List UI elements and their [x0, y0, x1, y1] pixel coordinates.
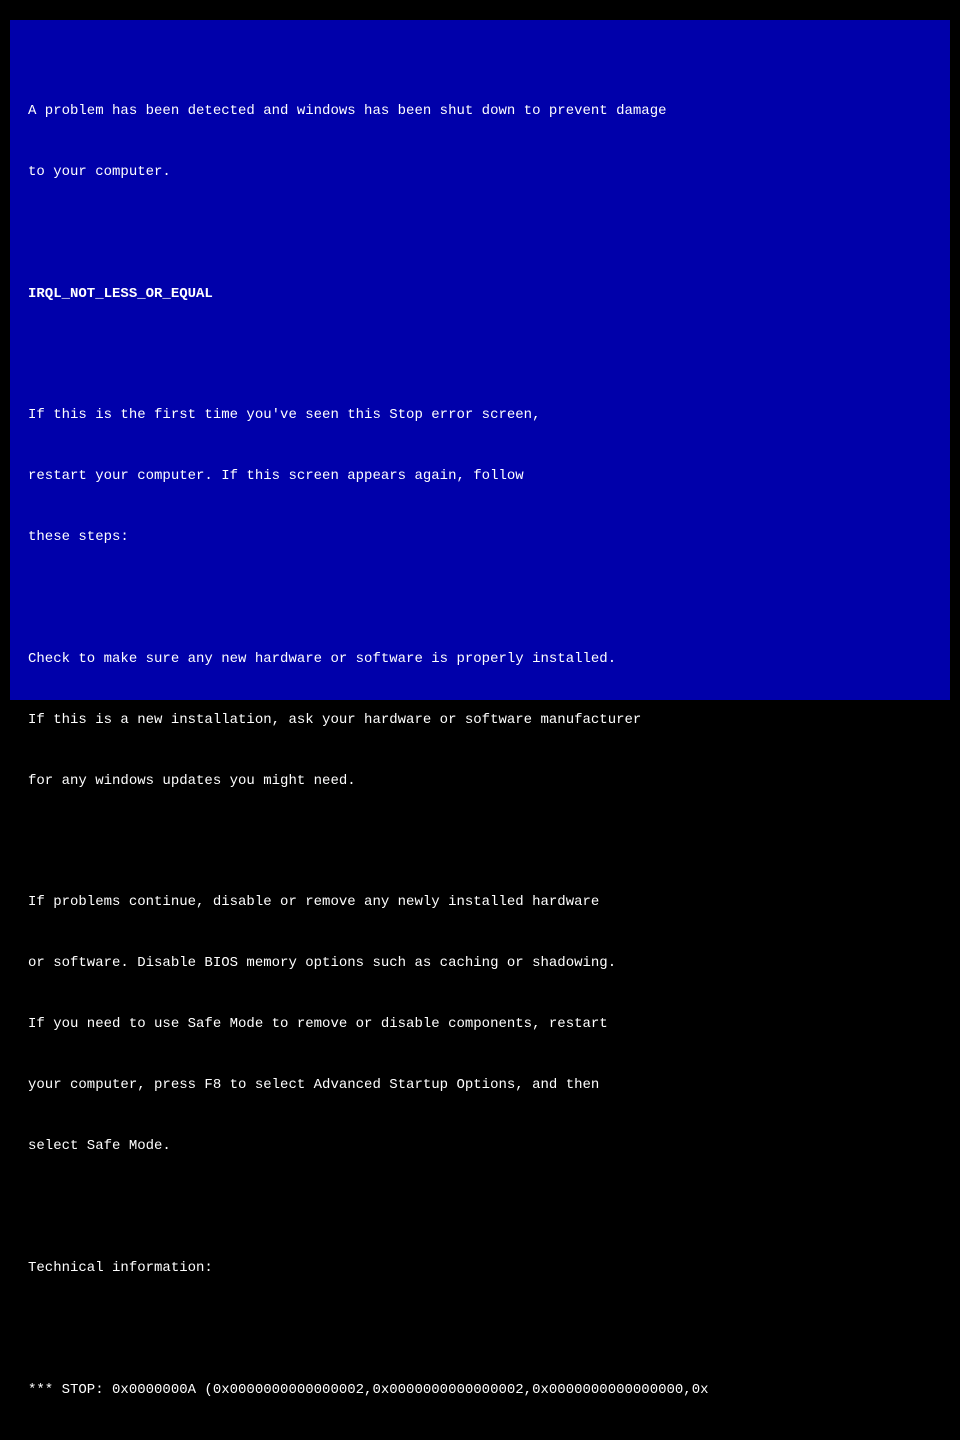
bsod-line-6: If this is the first time you've seen th… — [28, 405, 709, 425]
bsod-stop-code-1: *** STOP: 0x0000000A (0x0000000000000002… — [28, 1380, 709, 1400]
bsod-line-14: If problems continue, disable or remove … — [28, 892, 709, 912]
bsod-line-2: to your computer. — [28, 162, 709, 182]
bsod-screen: A problem has been detected and windows … — [10, 20, 727, 1440]
bsod-line-8: these steps: — [28, 527, 709, 547]
bsod-line-10: Check to make sure any new hardware or s… — [28, 649, 709, 669]
bsod-technical-info: Technical information: — [28, 1258, 709, 1278]
bsod-line-1: A problem has been detected and windows … — [28, 101, 709, 121]
bsod-blank-6 — [28, 1319, 709, 1339]
bsod-blank-5 — [28, 1197, 709, 1217]
bsod-error-code: IRQL_NOT_LESS_OR_EQUAL — [28, 284, 709, 304]
bsod-line-7: restart your computer. If this screen ap… — [28, 466, 709, 486]
bsod-line-16: If you need to use Safe Mode to remove o… — [28, 1014, 709, 1034]
bsod-blank-3 — [28, 588, 709, 608]
monitor-frame: A problem has been detected and windows … — [10, 20, 950, 700]
bsod-blank-2 — [28, 344, 709, 364]
bsod-line-18: select Safe Mode. — [28, 1136, 709, 1156]
bsod-line-15: or software. Disable BIOS memory options… — [28, 953, 709, 973]
bsod-blank-1 — [28, 223, 709, 243]
bsod-line-12: for any windows updates you might need. — [28, 771, 709, 791]
bsod-blank-4 — [28, 832, 709, 852]
bsod-line-17: your computer, press F8 to select Advanc… — [28, 1075, 709, 1095]
